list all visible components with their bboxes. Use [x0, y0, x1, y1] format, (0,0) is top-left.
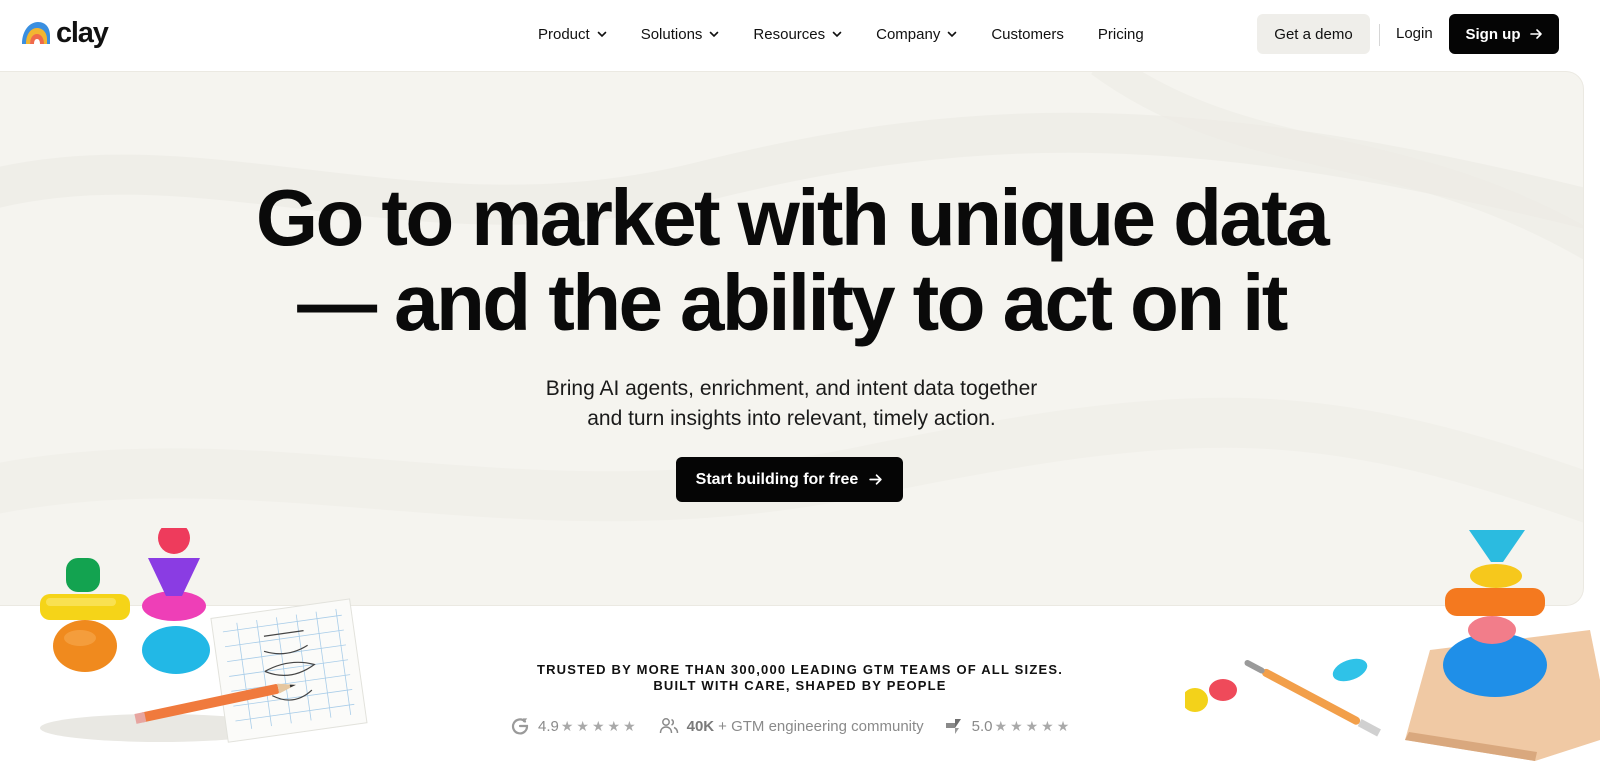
hero-heading-line-1: Go to market with unique data — [255, 173, 1330, 262]
arrow-right-icon — [869, 474, 883, 485]
hero-heading-line-2: — and the ability to act on it — [297, 258, 1288, 347]
login-link[interactable]: Login — [1396, 24, 1433, 44]
main-menu: Product Solutions Resources Company Cust… — [538, 24, 1178, 44]
chevron-down-icon — [710, 31, 719, 38]
nav-item-label: Customers — [991, 25, 1064, 43]
hero-subtitle-line-1: Bring AI agents, enrichment, and intent … — [545, 377, 1038, 400]
g2-icon — [511, 718, 529, 735]
hero-subtitle: Bring AI agents, enrichment, and intent … — [0, 374, 1583, 434]
clay-logo[interactable]: clay — [20, 17, 109, 49]
clay-sculpture-left-illustration — [40, 528, 368, 743]
get-a-demo-button[interactable]: Get a demo — [1257, 14, 1370, 54]
capterra-stars: ★★★★★ — [994, 717, 1073, 734]
social-proof-stats: 4.9 ★★★★★ 40K + GTM engineering communit… — [510, 716, 1092, 736]
trust-line-2: BUILT WITH CARE, SHAPED BY PEOPLE — [653, 678, 947, 693]
nav-item-pricing[interactable]: Pricing — [1098, 24, 1144, 44]
nav-item-company[interactable]: Company — [876, 24, 957, 44]
capterra-rating-value: 5.0 — [971, 717, 993, 735]
users-icon — [659, 718, 678, 734]
chevron-down-icon — [597, 31, 607, 38]
chevron-down-icon — [948, 31, 957, 38]
clay-logo-icon — [22, 22, 50, 44]
capterra-rating: 5.0 ★★★★★ — [944, 716, 1073, 736]
nav-item-customers[interactable]: Customers — [991, 24, 1064, 44]
nav-item-label: Company — [876, 25, 941, 43]
nav-item-solutions[interactable]: Solutions — [641, 24, 720, 44]
community-count: 40K — [686, 717, 715, 735]
hero-subtitle-line-2: and turn insights into relevant, timely … — [587, 407, 996, 430]
nav-item-resources[interactable]: Resources — [753, 24, 842, 44]
nav-item-label: Product — [538, 25, 590, 43]
clay-sculpture-right-illustration — [1185, 530, 1600, 761]
g2-stars: ★★★★★ — [560, 717, 639, 734]
community-stat: 40K + GTM engineering community — [659, 716, 924, 736]
start-building-label: Start building for free — [695, 470, 859, 488]
arrow-right-icon — [1529, 29, 1542, 39]
community-label: + GTM engineering community — [718, 717, 924, 735]
nav-item-label: Solutions — [640, 25, 703, 43]
trust-line-1: TRUSTED BY MORE THAN 300,000 LEADING GTM… — [536, 662, 1064, 677]
sign-up-button[interactable]: Sign up — [1449, 14, 1559, 54]
nav-divider — [1379, 24, 1380, 46]
g2-rating: 4.9 ★★★★★ — [510, 716, 639, 736]
sign-up-label: Sign up — [1465, 25, 1521, 43]
nav-item-label: Pricing — [1097, 25, 1144, 43]
trust-statement: TRUSTED BY MORE THAN 300,000 LEADING GTM… — [0, 662, 1600, 694]
logo-wordmark: clay — [56, 17, 109, 49]
g2-rating-value: 4.9 — [538, 717, 559, 735]
nav-item-label: Resources — [753, 25, 826, 43]
capterra-icon — [945, 719, 961, 734]
nav-item-product[interactable]: Product — [538, 24, 607, 44]
start-building-button[interactable]: Start building for free — [676, 457, 903, 502]
top-nav: clay Product Solutions Resources Company… — [0, 0, 1600, 70]
chevron-down-icon — [832, 31, 842, 38]
hero-heading: Go to market with unique data — and the … — [0, 175, 1583, 345]
hero-section: Go to market with unique data — and the … — [0, 71, 1584, 606]
